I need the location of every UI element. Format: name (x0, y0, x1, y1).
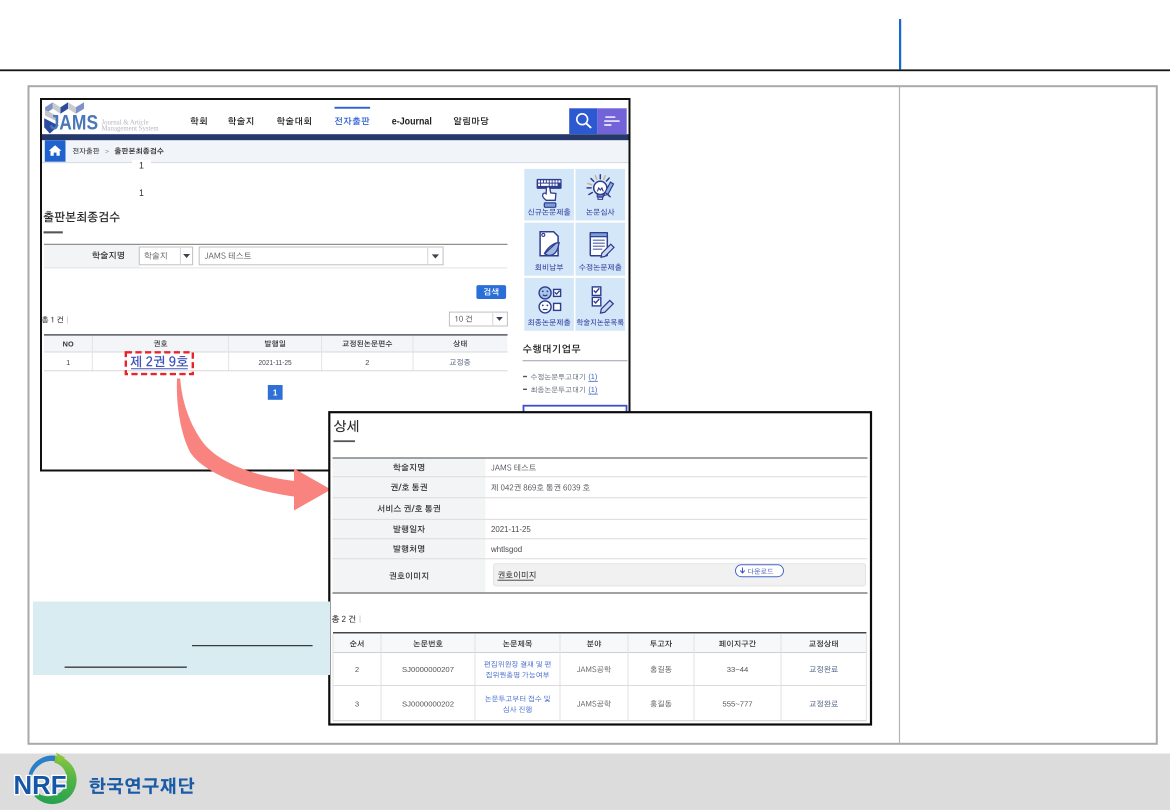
svg-text:(1): (1) (588, 372, 597, 381)
svg-text:|: | (359, 615, 361, 624)
svg-text:2: 2 (365, 358, 369, 367)
svg-text:2: 2 (355, 665, 359, 674)
svg-text:1: 1 (273, 388, 278, 397)
svg-text:e-Journal: e-Journal (392, 116, 432, 127)
svg-text:whtlsgod: whtlsgod (490, 545, 522, 554)
svg-text:2021-11-25: 2021-11-25 (491, 525, 531, 534)
svg-text:1: 1 (66, 358, 70, 367)
svg-text:Management System: Management System (102, 126, 160, 133)
svg-text:1: 1 (139, 160, 144, 170)
svg-text:SJ0000000207: SJ0000000207 (402, 665, 454, 674)
svg-text:NO: NO (63, 339, 74, 348)
svg-text:33~44: 33~44 (727, 665, 749, 674)
svg-text:NRF: NRF (14, 772, 67, 800)
svg-text:>: > (105, 148, 109, 155)
svg-text:555~777: 555~777 (722, 700, 752, 709)
svg-text:JAMS: JAMS (50, 111, 99, 134)
svg-text:1: 1 (139, 188, 144, 198)
svg-text:3: 3 (355, 700, 359, 709)
svg-text:|: | (67, 315, 69, 324)
svg-text:(1): (1) (588, 385, 597, 394)
svg-text:SJ0000000202: SJ0000000202 (402, 700, 454, 709)
svg-text:2021-11-25: 2021-11-25 (259, 358, 292, 367)
